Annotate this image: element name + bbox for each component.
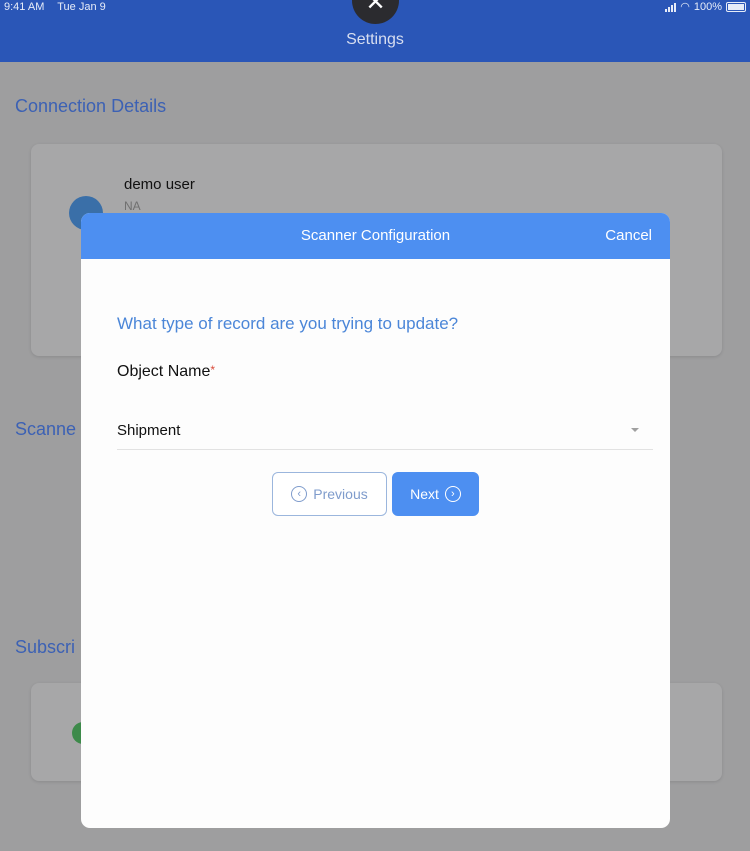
- next-label: Next: [410, 486, 439, 502]
- previous-button[interactable]: ‹ Previous: [272, 472, 387, 516]
- cancel-button[interactable]: Cancel: [605, 213, 652, 259]
- status-bar-right: ◠ 100%: [665, 0, 746, 14]
- wifi-icon: ◠: [680, 1, 690, 13]
- subscription-section-title: Subscri: [15, 637, 76, 657]
- object-name-label: Object Name*: [117, 363, 215, 381]
- object-name-select[interactable]: Shipment: [117, 411, 653, 450]
- previous-label: Previous: [313, 486, 368, 502]
- user-subtitle: NA: [124, 199, 141, 213]
- record-type-question: What type of record are you trying to up…: [117, 314, 459, 333]
- status-bar-left: 9:41 AM Tue Jan 9: [4, 0, 116, 14]
- scanner-configuration-modal: Scanner Configuration Cancel What type o…: [81, 213, 670, 828]
- signal-icon: [665, 2, 677, 12]
- connection-details-title: Connection Details: [15, 96, 167, 116]
- next-button[interactable]: Next ›: [392, 472, 479, 516]
- status-time: 9:41 AM: [4, 1, 45, 13]
- chevron-left-circle-icon: ‹: [291, 486, 308, 502]
- battery-icon: [726, 2, 746, 12]
- dropdown-arrow-icon: [631, 428, 639, 432]
- required-marker: *: [210, 363, 216, 377]
- chevron-right-circle-icon: ›: [444, 486, 461, 502]
- page-title: Settings: [346, 31, 404, 48]
- scanner-section-title: Scanne: [15, 419, 77, 439]
- object-name-selected-value: Shipment: [117, 422, 181, 439]
- object-name-label-text: Object Name: [117, 363, 211, 380]
- battery-percent: 100%: [693, 1, 722, 13]
- user-name: demo user: [124, 176, 195, 193]
- status-date: Tue Jan 9: [57, 1, 106, 13]
- modal-title: Scanner Configuration: [300, 227, 451, 244]
